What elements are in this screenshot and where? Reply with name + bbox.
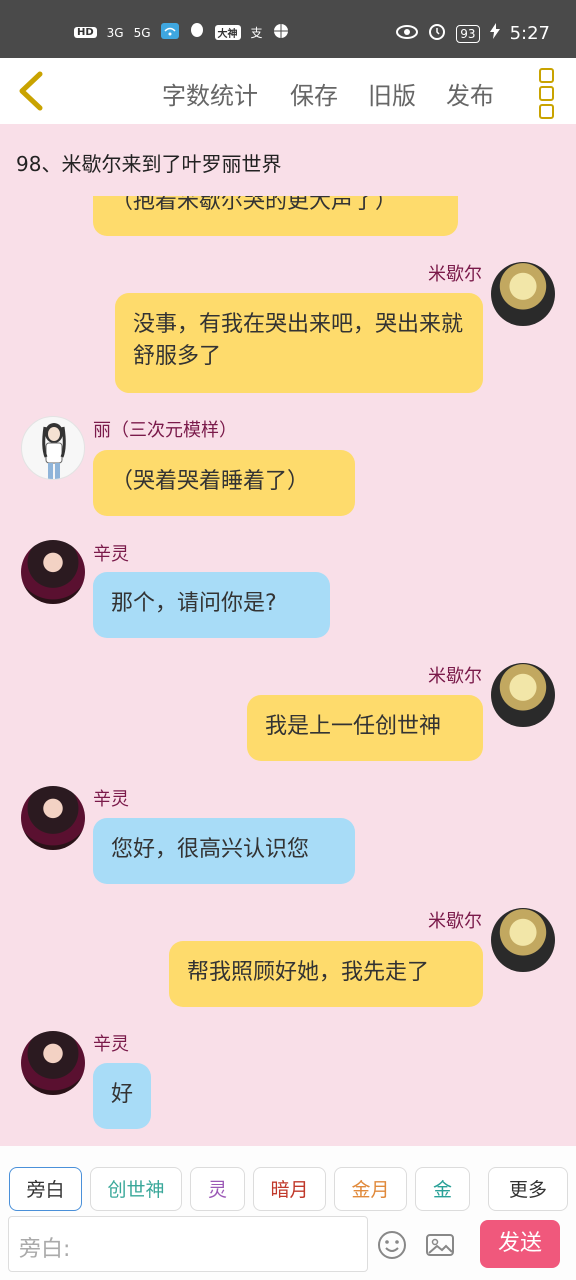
speaker-name: 米歇尔 bbox=[428, 911, 482, 932]
alarm-icon bbox=[428, 22, 446, 45]
avatar-michelle[interactable] bbox=[491, 262, 555, 326]
message-bubble[interactable]: 您好，很高兴认识您 bbox=[93, 818, 355, 884]
image-button[interactable] bbox=[425, 1230, 455, 1260]
role-chip-jinyue[interactable]: 金月 bbox=[334, 1167, 407, 1211]
emoji-button[interactable] bbox=[377, 1230, 407, 1260]
avatar-michelle[interactable] bbox=[491, 908, 555, 972]
publish-button[interactable]: 发布 bbox=[446, 76, 494, 111]
message-bubble[interactable]: 那个，请问你是? bbox=[93, 572, 330, 638]
old-version-button[interactable]: 旧版 bbox=[368, 76, 416, 111]
message-bubble[interactable]: （抱着米歇尔哭的更大声了） bbox=[93, 196, 458, 236]
avatar-figure-icon bbox=[42, 423, 66, 479]
role-chip-anyue[interactable]: 暗月 bbox=[253, 1167, 326, 1211]
speaker-name: 辛灵 bbox=[93, 544, 129, 565]
avatar-li[interactable] bbox=[21, 416, 85, 480]
hd-badge: HD bbox=[74, 27, 97, 38]
speaker-name: 辛灵 bbox=[93, 789, 129, 810]
message-bubble[interactable]: 帮我照顾好她，我先走了 bbox=[169, 941, 483, 1007]
more-roles-button[interactable]: 更多 bbox=[488, 1167, 568, 1211]
chat-area[interactable]: （抱着米歇尔哭的更大声了） 米歇尔 没事，有我在哭出来吧，哭出来就舒服多了 丽（… bbox=[0, 196, 576, 1144]
speaker-name: 米歇尔 bbox=[428, 264, 482, 285]
speaker-name: 辛灵 bbox=[93, 1034, 129, 1055]
message-bubble[interactable]: （哭着哭着睡着了） bbox=[93, 450, 355, 516]
avatar-xinling[interactable] bbox=[21, 540, 85, 604]
smiley-icon bbox=[378, 1231, 406, 1259]
word-count-button[interactable]: 字数统计 bbox=[162, 76, 258, 111]
avatar-xinling[interactable] bbox=[21, 786, 85, 850]
role-chip-creator-god[interactable]: 创世神 bbox=[90, 1167, 182, 1211]
status-bar: HD 3G 5G 大神 支 93 5:27 bbox=[0, 0, 576, 58]
charging-icon bbox=[489, 23, 500, 44]
qq-icon bbox=[189, 22, 205, 43]
speaker-name: 丽（三次元模样） bbox=[93, 420, 237, 441]
avatar-michelle[interactable] bbox=[491, 663, 555, 727]
avatar-xinling[interactable] bbox=[21, 1031, 85, 1095]
battery-indicator: 93 bbox=[456, 24, 480, 43]
message-input[interactable]: 旁白: bbox=[8, 1216, 368, 1272]
alipay-label: 支 bbox=[250, 26, 263, 40]
signal-5g: 5G bbox=[133, 25, 151, 40]
more-menu-icon[interactable] bbox=[536, 68, 556, 119]
message-bubble[interactable]: 没事，有我在哭出来吧，哭出来就舒服多了 bbox=[115, 293, 483, 393]
role-chip-jin[interactable]: 金 bbox=[415, 1167, 470, 1211]
top-nav-bar: 字数统计 保存 旧版 发布 bbox=[0, 58, 576, 124]
eye-icon bbox=[396, 23, 419, 44]
basketball-icon bbox=[273, 23, 289, 42]
image-icon bbox=[426, 1234, 454, 1256]
back-arrow-icon bbox=[19, 71, 43, 111]
message-bubble[interactable]: 我是上一任创世神 bbox=[247, 695, 483, 761]
role-chip-ling[interactable]: 灵 bbox=[190, 1167, 245, 1211]
chapter-title: 98、米歇尔来到了叶罗丽世界 bbox=[16, 152, 282, 176]
speaker-name: 米歇尔 bbox=[428, 666, 482, 687]
role-chip-narrator[interactable]: 旁白 bbox=[9, 1167, 82, 1211]
signal-3g: 3G bbox=[106, 25, 124, 40]
save-button[interactable]: 保存 bbox=[290, 76, 338, 111]
bottom-toolbar: 旁白 创世神 灵 暗月 金月 金 更多 旁白: 发送 bbox=[0, 1146, 576, 1280]
status-left: HD 3G 5G 大神 支 bbox=[74, 22, 289, 43]
send-button[interactable]: 发送 bbox=[480, 1220, 560, 1268]
status-right: 93 5:27 bbox=[396, 22, 550, 45]
app-badge: 大神 bbox=[214, 25, 241, 40]
back-button[interactable] bbox=[14, 70, 54, 112]
clock: 5:27 bbox=[509, 23, 550, 44]
wifi-icon bbox=[160, 23, 179, 42]
message-bubble[interactable]: 好 bbox=[93, 1063, 151, 1129]
